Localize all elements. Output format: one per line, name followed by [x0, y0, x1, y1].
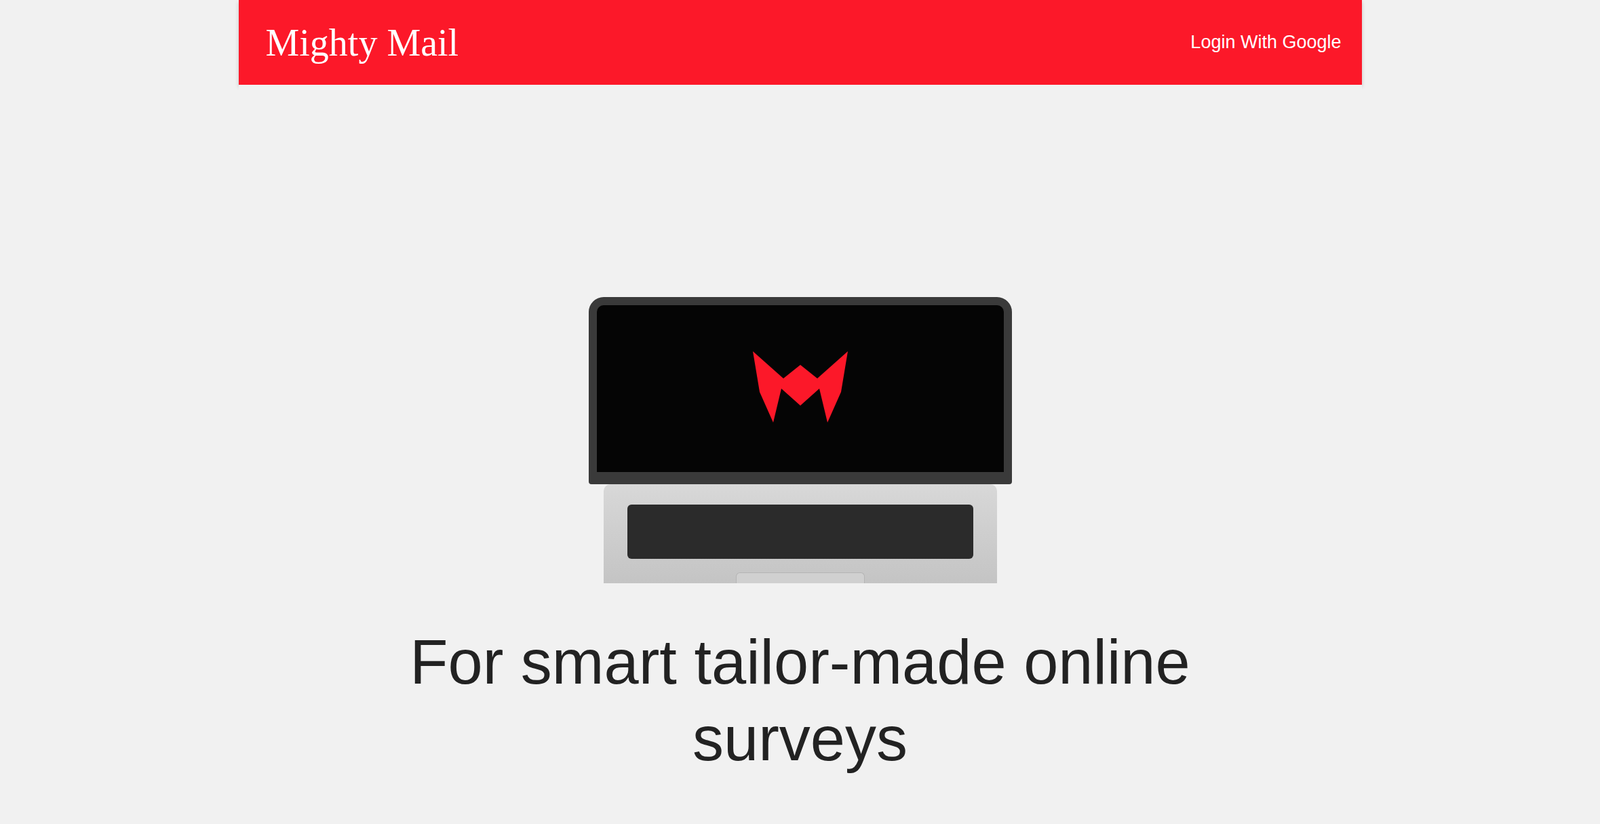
brand-logo-icon — [746, 351, 855, 426]
headline: For smart tailor-made online surveys — [339, 623, 1262, 778]
login-button[interactable]: Login With Google — [1190, 26, 1341, 59]
container: Mighty Mail Login With Google For smart ta… — [238, 0, 1362, 805]
laptop-screen — [588, 297, 1012, 485]
hero-image — [238, 84, 1362, 584]
trackpad — [735, 572, 865, 584]
keyboard — [627, 504, 974, 559]
laptop-base — [603, 484, 998, 584]
page: Mighty Mail Login With Google For smart ta… — [0, 0, 1600, 824]
header: Mighty Mail Login With Google — [238, 0, 1362, 85]
logo[interactable]: Mighty Mail — [265, 21, 460, 65]
